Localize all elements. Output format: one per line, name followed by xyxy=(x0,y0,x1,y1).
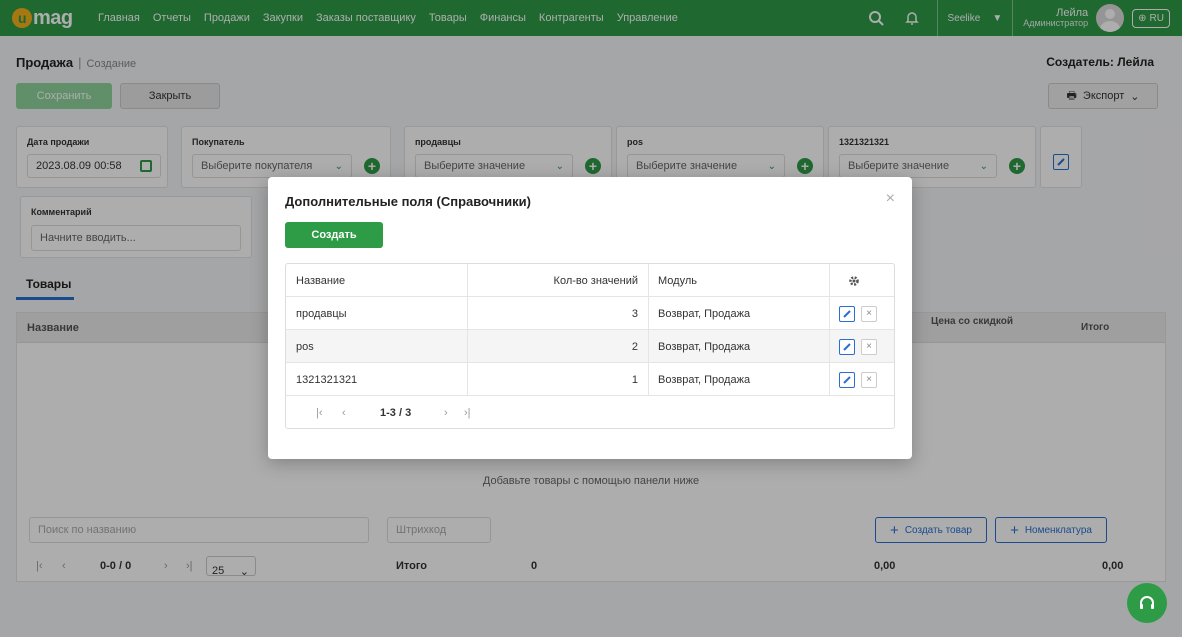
first-page-icon[interactable]: |‹ xyxy=(316,407,323,419)
additional-fields-modal: Дополнительные поля (Справочники) × Созд… xyxy=(268,177,912,459)
table-row[interactable]: pos 2 Возврат, Продажа × xyxy=(286,330,894,363)
create-field-button[interactable]: Создать xyxy=(285,222,383,248)
table-row[interactable]: продавцы 3 Возврат, Продажа × xyxy=(286,297,894,330)
edit-icon[interactable] xyxy=(839,338,855,355)
next-page-icon[interactable]: › xyxy=(444,407,448,419)
prev-page-icon[interactable]: ‹ xyxy=(342,407,346,419)
field-name: продавцы xyxy=(296,307,347,320)
support-chat-button[interactable] xyxy=(1127,583,1167,623)
gear-icon[interactable] xyxy=(848,264,860,297)
column-divider xyxy=(829,264,830,396)
edit-icon[interactable] xyxy=(839,371,855,388)
last-page-icon[interactable]: ›| xyxy=(464,407,471,419)
table-row[interactable]: 1321321321 1 Возврат, Продажа × xyxy=(286,363,894,396)
modal-pagination: |‹ ‹ 1-3 / 3 › ›| xyxy=(286,396,894,428)
edit-icon[interactable] xyxy=(839,305,855,322)
fields-table-header: Название Кол-во значений Модуль xyxy=(286,264,894,297)
field-name: pos xyxy=(296,340,314,353)
field-module: Возврат, Продажа xyxy=(658,340,751,353)
column-divider xyxy=(648,264,649,396)
col-count-header: Кол-во значений xyxy=(553,274,638,287)
fields-table: Название Кол-во значений Модуль продавцы… xyxy=(285,263,895,429)
modal-title: Дополнительные поля (Справочники) xyxy=(285,194,531,209)
field-name: 1321321321 xyxy=(296,373,358,386)
field-count: 2 xyxy=(631,340,638,353)
delete-icon[interactable]: × xyxy=(861,338,877,355)
col-name-header: Название xyxy=(296,274,346,287)
field-module: Возврат, Продажа xyxy=(658,307,751,320)
col-module-header: Модуль xyxy=(658,274,697,287)
column-divider xyxy=(467,264,468,396)
headset-icon xyxy=(1140,596,1154,609)
close-icon[interactable]: × xyxy=(886,190,895,208)
field-module: Возврат, Продажа xyxy=(658,373,751,386)
field-count: 1 xyxy=(631,373,638,386)
field-count: 3 xyxy=(631,307,638,320)
delete-icon[interactable]: × xyxy=(861,305,877,322)
modal-pager: 1-3 / 3 xyxy=(380,407,412,419)
delete-icon[interactable]: × xyxy=(861,371,877,388)
